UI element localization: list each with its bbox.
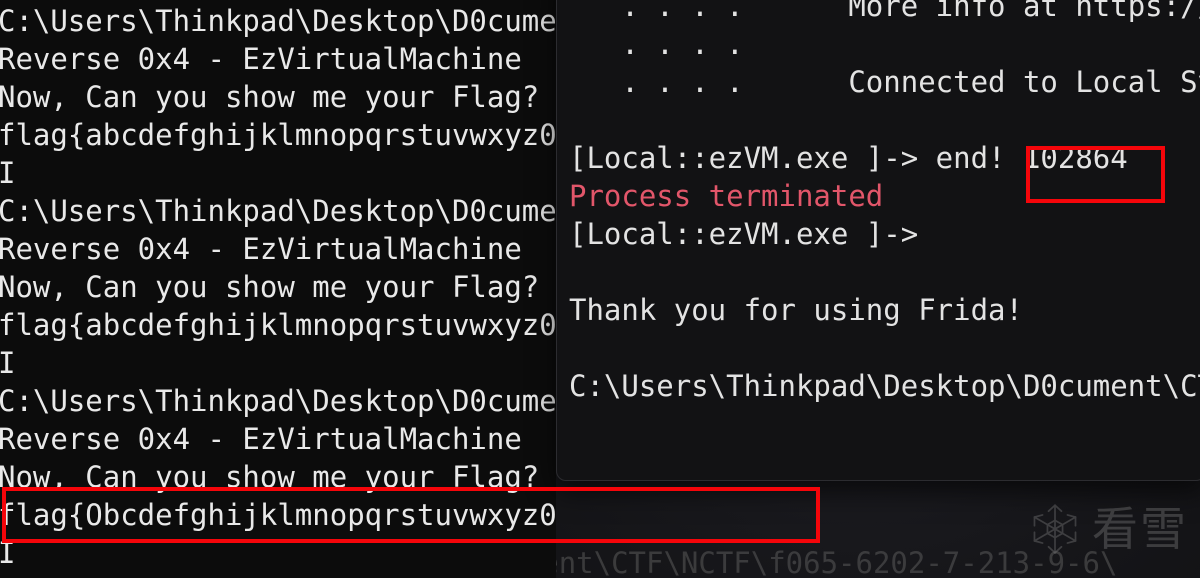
frida-line: . . . . Connected to Local System (id=lo… [621,65,1200,99]
console-line: I [0,156,16,190]
console-line: Now, Can you show me your Flag? [0,460,540,494]
console-line: flag{abcdefghijklmnopqrstuvwxyz012345678… [0,308,556,342]
command-prompt-output: C:\Users\Thinkpad\Desktop\D0cument\CTF\N… [0,2,556,572]
frida-line: [Local::ezVM.exe ]-> [569,217,919,251]
console-line: C:\Users\Thinkpad\Desktop\D0cument\CTF\N… [0,194,556,228]
console-line: Reverse 0x4 - EzVirtualMachine [0,422,522,456]
frida-line: Thank you for using Frida! [569,293,1023,327]
command-prompt-window[interactable]: C:\Users\Thinkpad\Desktop\D0cument\CTF\N… [0,0,556,578]
console-line: Reverse 0x4 - EzVirtualMachine [0,42,522,76]
console-line: Reverse 0x4 - EzVirtualMachine [0,232,522,266]
console-line: flag{abcdefghijklmnopqrstuvwxyz012345678… [0,118,556,152]
console-line: I [0,346,16,380]
frida-line: [Local::ezVM.exe ]-> end! 102864 [569,141,1128,175]
watermark: 看雪 [1028,502,1188,556]
frida-line: Process terminated [569,179,884,213]
frida-line [569,253,1200,291]
console-line: Now, Can you show me your Flag? [0,80,540,114]
frida-line [569,329,1200,367]
frida-line: C:\Users\Thinkpad\Desktop\D0cument\CTF\N… [569,369,1200,403]
console-line: Now, Can you show me your Flag? [0,270,540,304]
frida-repl-output: . . . . More info at https://frida.re/do… [569,0,1200,405]
console-line: flag{Obcdefghijklmnopqrstuvwxyz012345678… [0,498,556,532]
console-line: C:\Users\Thinkpad\Desktop\D0cument\CTF\N… [0,384,556,418]
frida-line: . . . . More info at https://frida.re/do… [621,0,1200,23]
screenshot-root: C:\Users\Thinkpad\Desktop\D0cument\CTF\N… [0,0,1200,578]
snowflake-icon [1028,502,1082,556]
console-line: I [0,536,16,570]
frida-repl-window[interactable]: . . . . More info at https://frida.re/do… [556,0,1200,481]
frida-line [569,101,1200,139]
console-line: C:\Users\Thinkpad\Desktop\D0cument\CTF\N… [0,4,556,38]
watermark-label: 看雪 [1092,502,1188,556]
frida-line: . . . . [569,27,744,61]
